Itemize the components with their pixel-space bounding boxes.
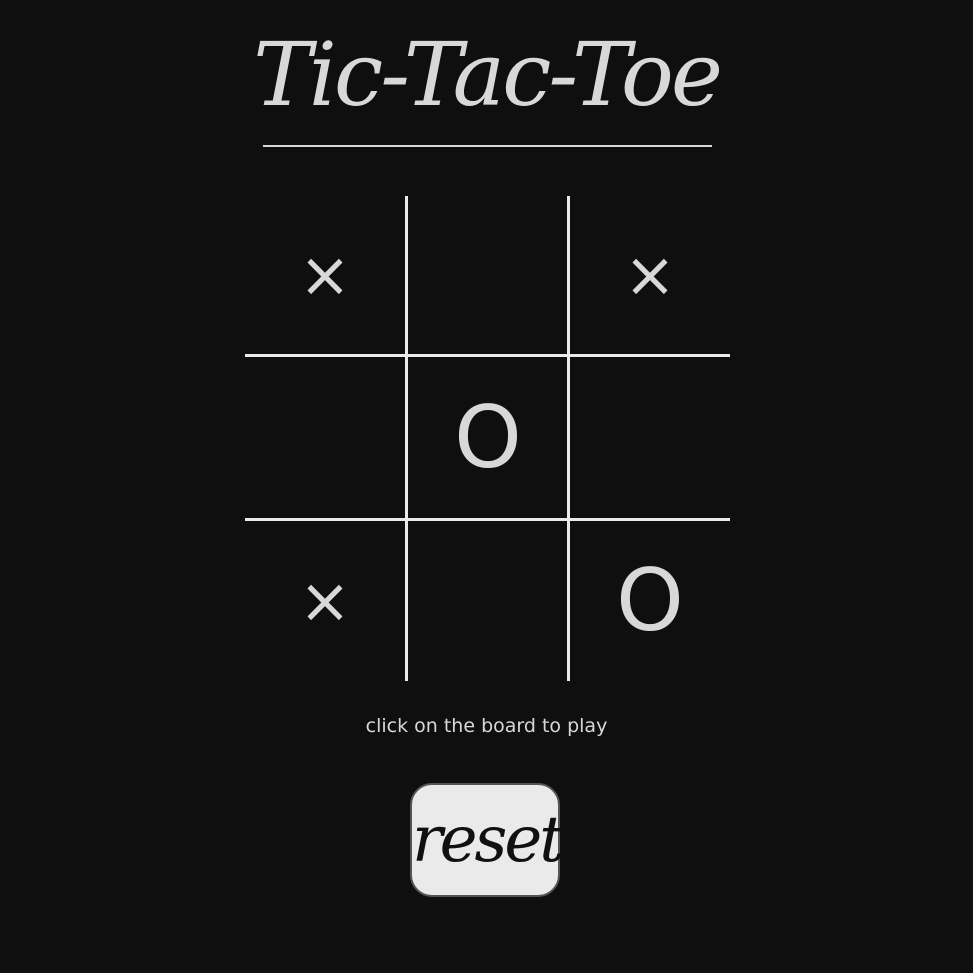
board-cell-r2-c2[interactable]: O [408, 357, 568, 518]
board-cell-r3-c2[interactable] [408, 521, 568, 681]
board-cell-r1-c3[interactable]: × [570, 196, 730, 354]
board-cell-r3-c1[interactable]: × [245, 521, 405, 681]
game-title: Tic-Tac-Toe [253, 23, 723, 126]
reset-button[interactable]: reset [410, 783, 565, 897]
board-cell-r3-c3[interactable]: O [570, 521, 730, 681]
title-underline [263, 145, 712, 147]
game-board: × × O × O [245, 196, 730, 681]
board-cell-r2-c1[interactable] [245, 357, 405, 518]
status-message: click on the board to play [365, 715, 608, 737]
cell-mark: × [299, 564, 351, 637]
board-cell-r1-c1[interactable]: × [245, 196, 405, 354]
board-cell-r1-c2[interactable] [408, 196, 568, 354]
board-cell-r2-c3[interactable] [570, 357, 730, 518]
cell-mark: O [616, 551, 684, 651]
cell-mark: × [299, 238, 351, 311]
cell-mark: O [454, 387, 522, 488]
cell-mark: × [624, 238, 676, 311]
